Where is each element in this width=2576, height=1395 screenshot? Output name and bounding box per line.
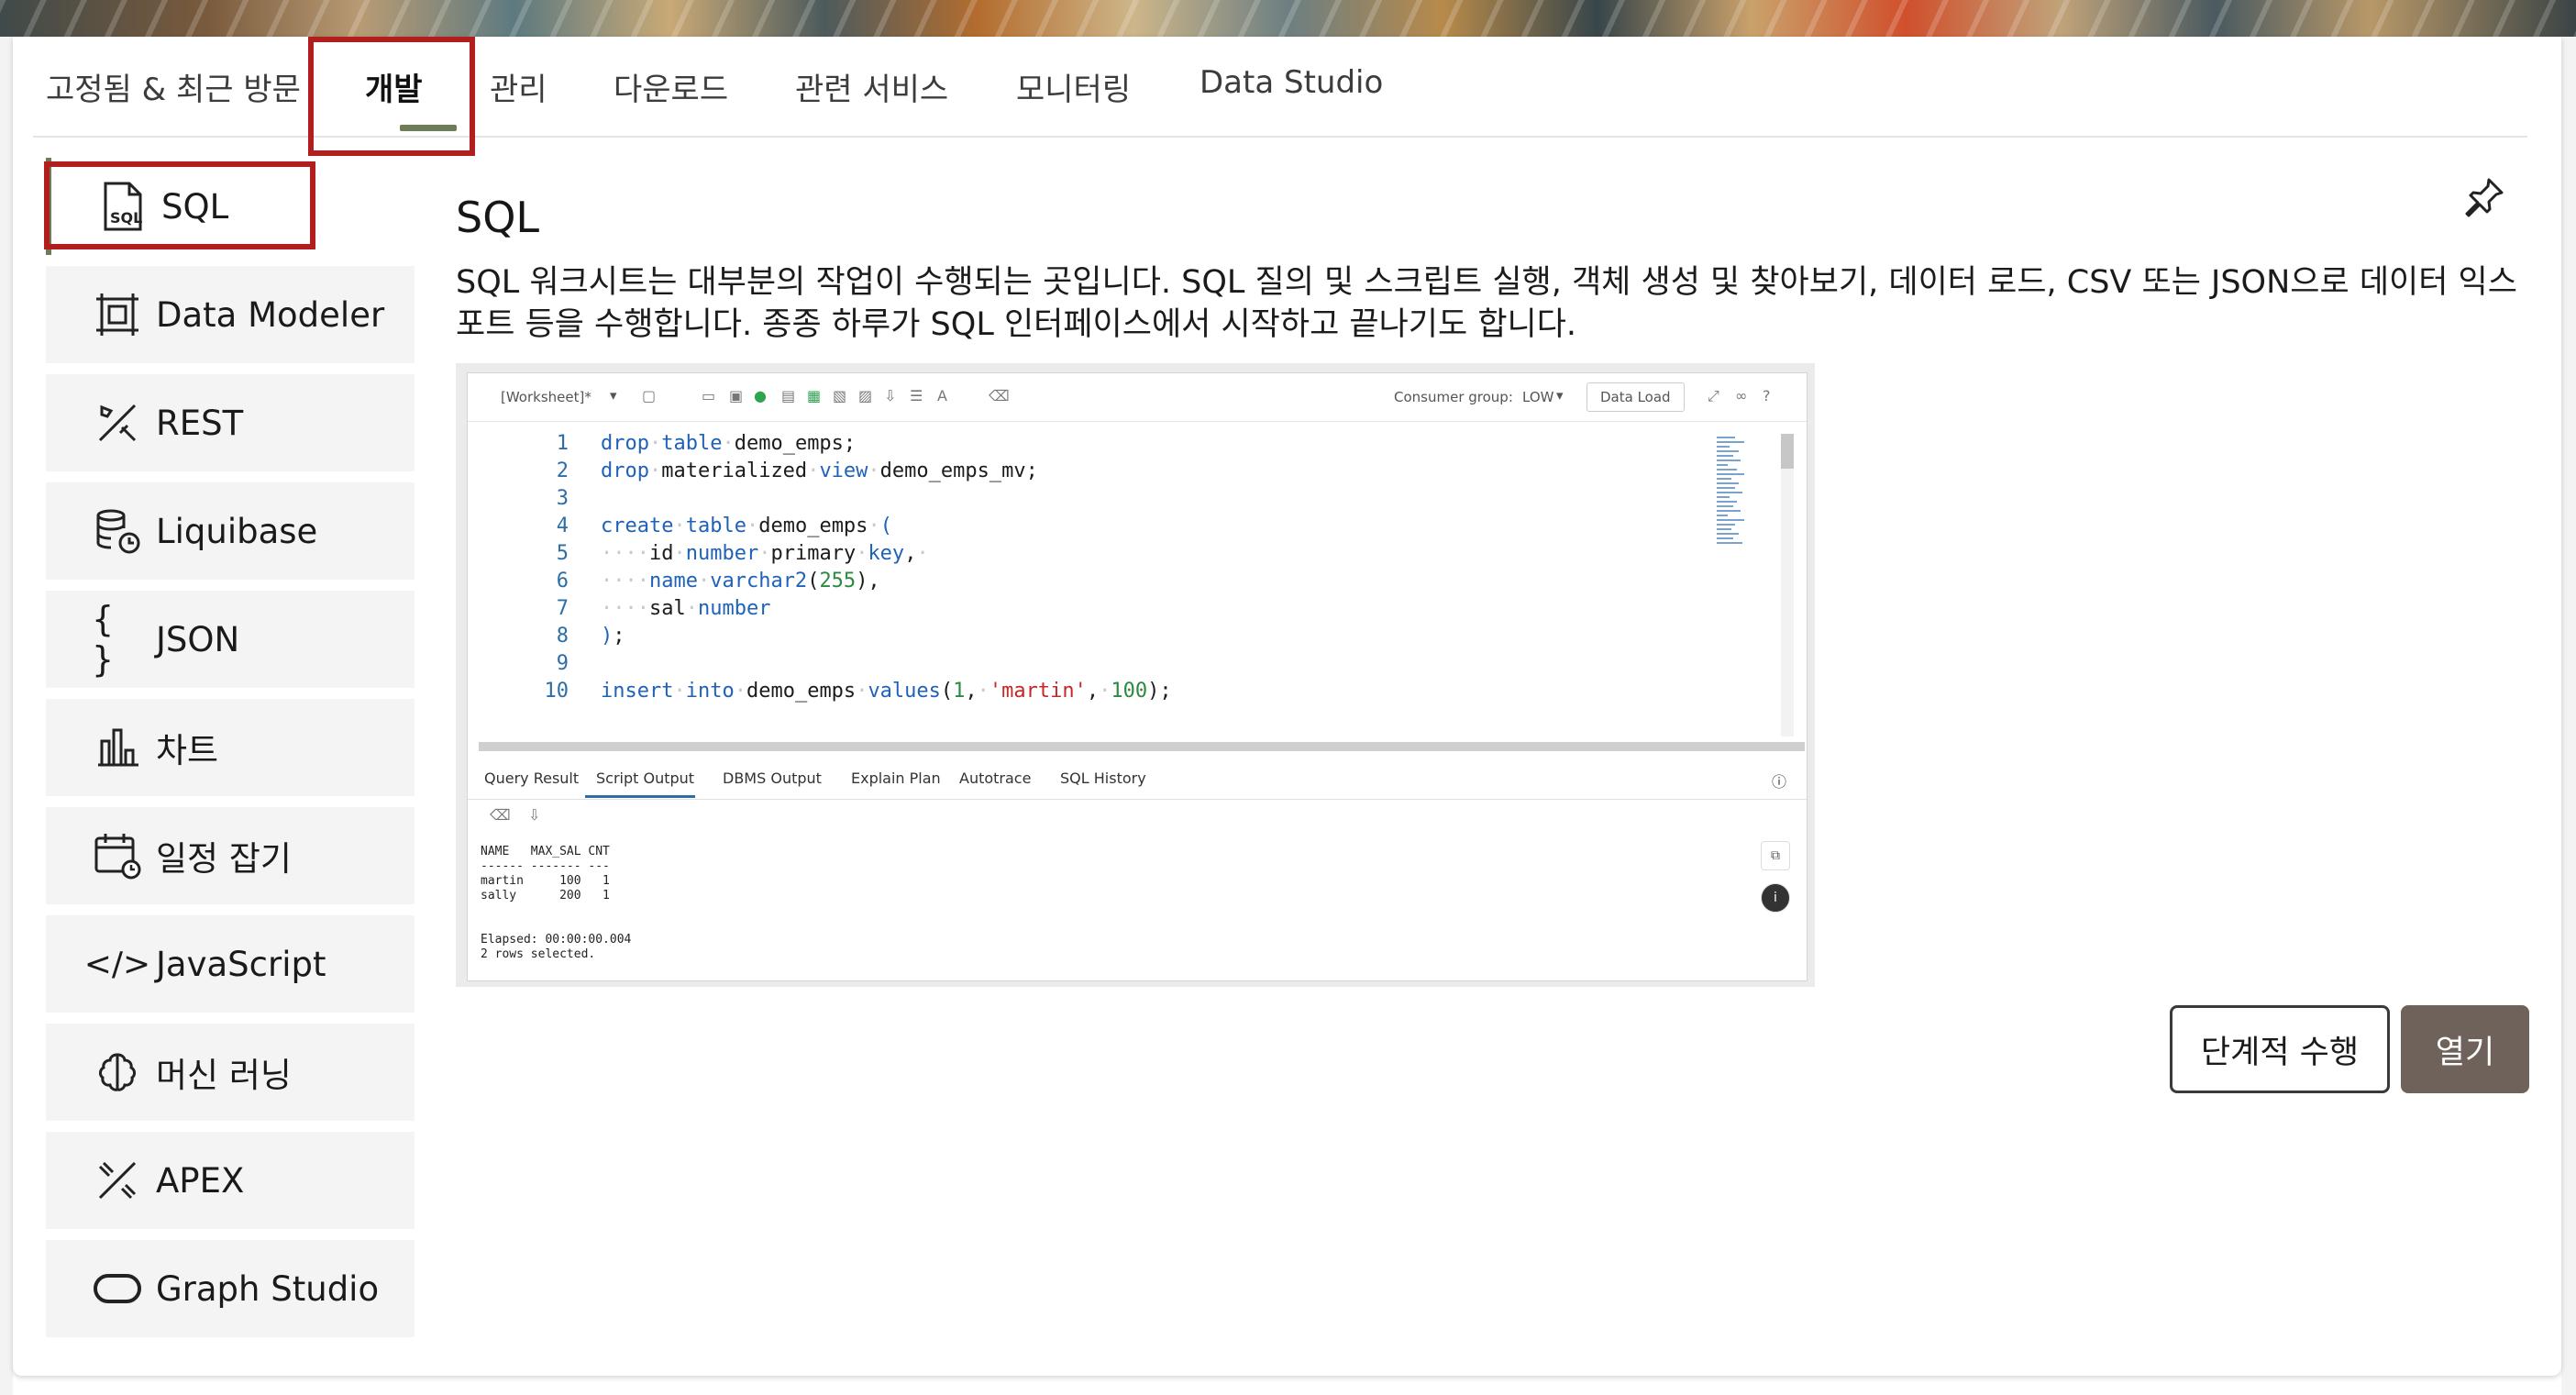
sidebar-item-label: 차트	[156, 731, 219, 770]
sidebar-item-data-modeler[interactable]: Data Modeler	[46, 266, 415, 363]
sidebar-item-machine-learning[interactable]: 머신 러닝	[46, 1024, 415, 1121]
sidebar-item-json[interactable]: { } JSON	[46, 591, 415, 688]
pin-icon[interactable]	[2463, 176, 2505, 218]
preview-run-script-icon: ▤	[781, 387, 796, 404]
preview-data-load-button: Data Load	[1587, 382, 1685, 412]
preview-frame: [Worksheet]* ▾ ▢ ▭ ▣ ● ▤ ▦ ▧ ▨ ⇩ ☰ A ⌫ C…	[467, 372, 1808, 981]
sidebar-item-label: 머신 러닝	[156, 1056, 292, 1095]
preview-expand-icon: ⤢	[1708, 387, 1719, 404]
preview-active-tab-indicator	[585, 795, 695, 798]
tab-administration[interactable]: 관리	[490, 64, 547, 109]
liquibase-icon	[92, 505, 143, 557]
preview-run-icon: ●	[754, 387, 767, 404]
preview-output-tabs: Query Result Script Output DBMS Output E…	[468, 758, 1807, 800]
sidebar-item-label: JavaScript	[156, 944, 326, 984]
preview-help-icon: ⓘ	[1772, 773, 1787, 791]
sidebar-item-label: 일정 잡기	[156, 839, 292, 879]
sidebar-item-apex[interactable]: APEX	[46, 1132, 415, 1229]
data-modeler-icon	[92, 289, 143, 340]
sidebar-item-label: Data Modeler	[156, 294, 385, 335]
preview-font-icon: A	[937, 387, 947, 404]
preview-explain-icon: ▦	[807, 387, 822, 404]
preview-tab: Script Output	[596, 769, 695, 787]
preview-commit-icon: ▨	[858, 387, 873, 404]
page-margin-right	[2561, 37, 2576, 1395]
preview-consumer-group-value: LOW	[1522, 389, 1554, 405]
apex-icon	[92, 1155, 143, 1206]
preview-trash-icon: ⌫	[989, 387, 1010, 404]
page-margin-left	[0, 37, 13, 1395]
sidebar-item-liquibase[interactable]: Liquibase	[46, 482, 415, 580]
detail-description: SQL 워크시트는 대부분의 작업이 수행되는 곳입니다. SQL 질의 및 스…	[456, 264, 2517, 343]
preview-clear-icon: ⌫	[490, 806, 511, 824]
highlight-box-tab	[308, 37, 475, 156]
sidebar-item-label: APEX	[156, 1160, 245, 1201]
decorative-banner	[0, 0, 2576, 37]
preview-binoculars-icon: ∞	[1735, 387, 1748, 404]
preview-open-icon: ▭	[702, 387, 716, 404]
tab-monitoring[interactable]: 모니터링	[1016, 64, 1131, 109]
preview-tab: DBMS Output	[723, 769, 822, 787]
preview-splitter	[479, 742, 1805, 751]
preview-tab: Query Result	[484, 769, 580, 787]
preview-minimap	[1715, 434, 1761, 562]
preview-caret-icon: ▾	[610, 387, 617, 404]
preview-new-icon: ▢	[642, 387, 657, 404]
preview-editor-scrollbar	[1781, 434, 1794, 736]
preview-consumer-group-label: Consumer group:	[1394, 389, 1513, 405]
sidebar-item-label: Liquibase	[156, 511, 318, 551]
preview-tab: Explain Plan	[851, 769, 941, 787]
preview-consumer-caret-icon: ▾	[1556, 387, 1564, 404]
guided-tour-button[interactable]: 단계적 수행	[2170, 1005, 2390, 1093]
chart-icon	[92, 722, 143, 773]
json-braces-icon: { }	[92, 599, 115, 680]
sidebar-item-label: JSON	[156, 619, 240, 659]
sidebar-item-javascript[interactable]: </> JavaScript	[46, 915, 415, 1013]
sidebar-item-label: Graph Studio	[156, 1268, 380, 1309]
tab-data-studio[interactable]: Data Studio	[1200, 64, 1383, 101]
preview-toolbar: [Worksheet]* ▾ ▢ ▭ ▣ ● ▤ ▦ ▧ ▨ ⇩ ☰ A ⌫ C…	[468, 373, 1807, 422]
detail-title: SQL	[456, 193, 540, 242]
sidebar-item-graph-studio[interactable]: Graph Studio	[46, 1240, 415, 1337]
preview-format-icon: ☰	[910, 387, 923, 404]
rest-tools-icon	[92, 397, 143, 448]
machine-learning-icon	[92, 1046, 143, 1098]
javascript-icon: </>	[83, 945, 151, 983]
preview-help-icon: ?	[1763, 387, 1771, 404]
preview-save-icon: ▣	[729, 387, 744, 404]
sidebar-item-chart[interactable]: 차트	[46, 699, 415, 796]
preview-info-icon: i	[1761, 883, 1790, 913]
preview-scroll-thumb	[1781, 434, 1794, 469]
preview-autotrace-icon: ▧	[833, 387, 847, 404]
preview-tab: Autotrace	[959, 769, 1032, 787]
open-button[interactable]: 열기	[2401, 1005, 2529, 1093]
tab-related-services[interactable]: 관련 서비스	[795, 64, 948, 109]
sidebar-item-label: REST	[156, 403, 244, 443]
tab-downloads[interactable]: 다운로드	[614, 64, 728, 109]
preview-output-download-icon: ⇩	[528, 806, 541, 824]
calendar-icon	[92, 830, 143, 881]
sidebar-item-rest[interactable]: REST	[46, 374, 415, 471]
sql-worksheet-preview: [Worksheet]* ▾ ▢ ▭ ▣ ● ▤ ▦ ▧ ▨ ⇩ ☰ A ⌫ C…	[456, 363, 1815, 987]
preview-tab: SQL History	[1060, 769, 1146, 787]
preview-worksheet-label: [Worksheet]*	[501, 389, 591, 405]
preview-copy-icon: ⧉	[1761, 841, 1790, 870]
graph-studio-icon	[92, 1263, 143, 1314]
preview-code-editor: 1 drop·table·demo_emps; 2 drop·materialize…	[544, 432, 1172, 703]
preview-script-output: NAME MAX_SAL CNT ------ ------- --- mart…	[481, 845, 632, 961]
sidebar-item-scheduling[interactable]: 일정 잡기	[46, 807, 415, 904]
tab-pinned-recent[interactable]: 고정됨 & 최근 방문	[46, 64, 301, 109]
highlight-box-sql	[44, 161, 315, 249]
preview-download-icon: ⇩	[884, 387, 897, 404]
